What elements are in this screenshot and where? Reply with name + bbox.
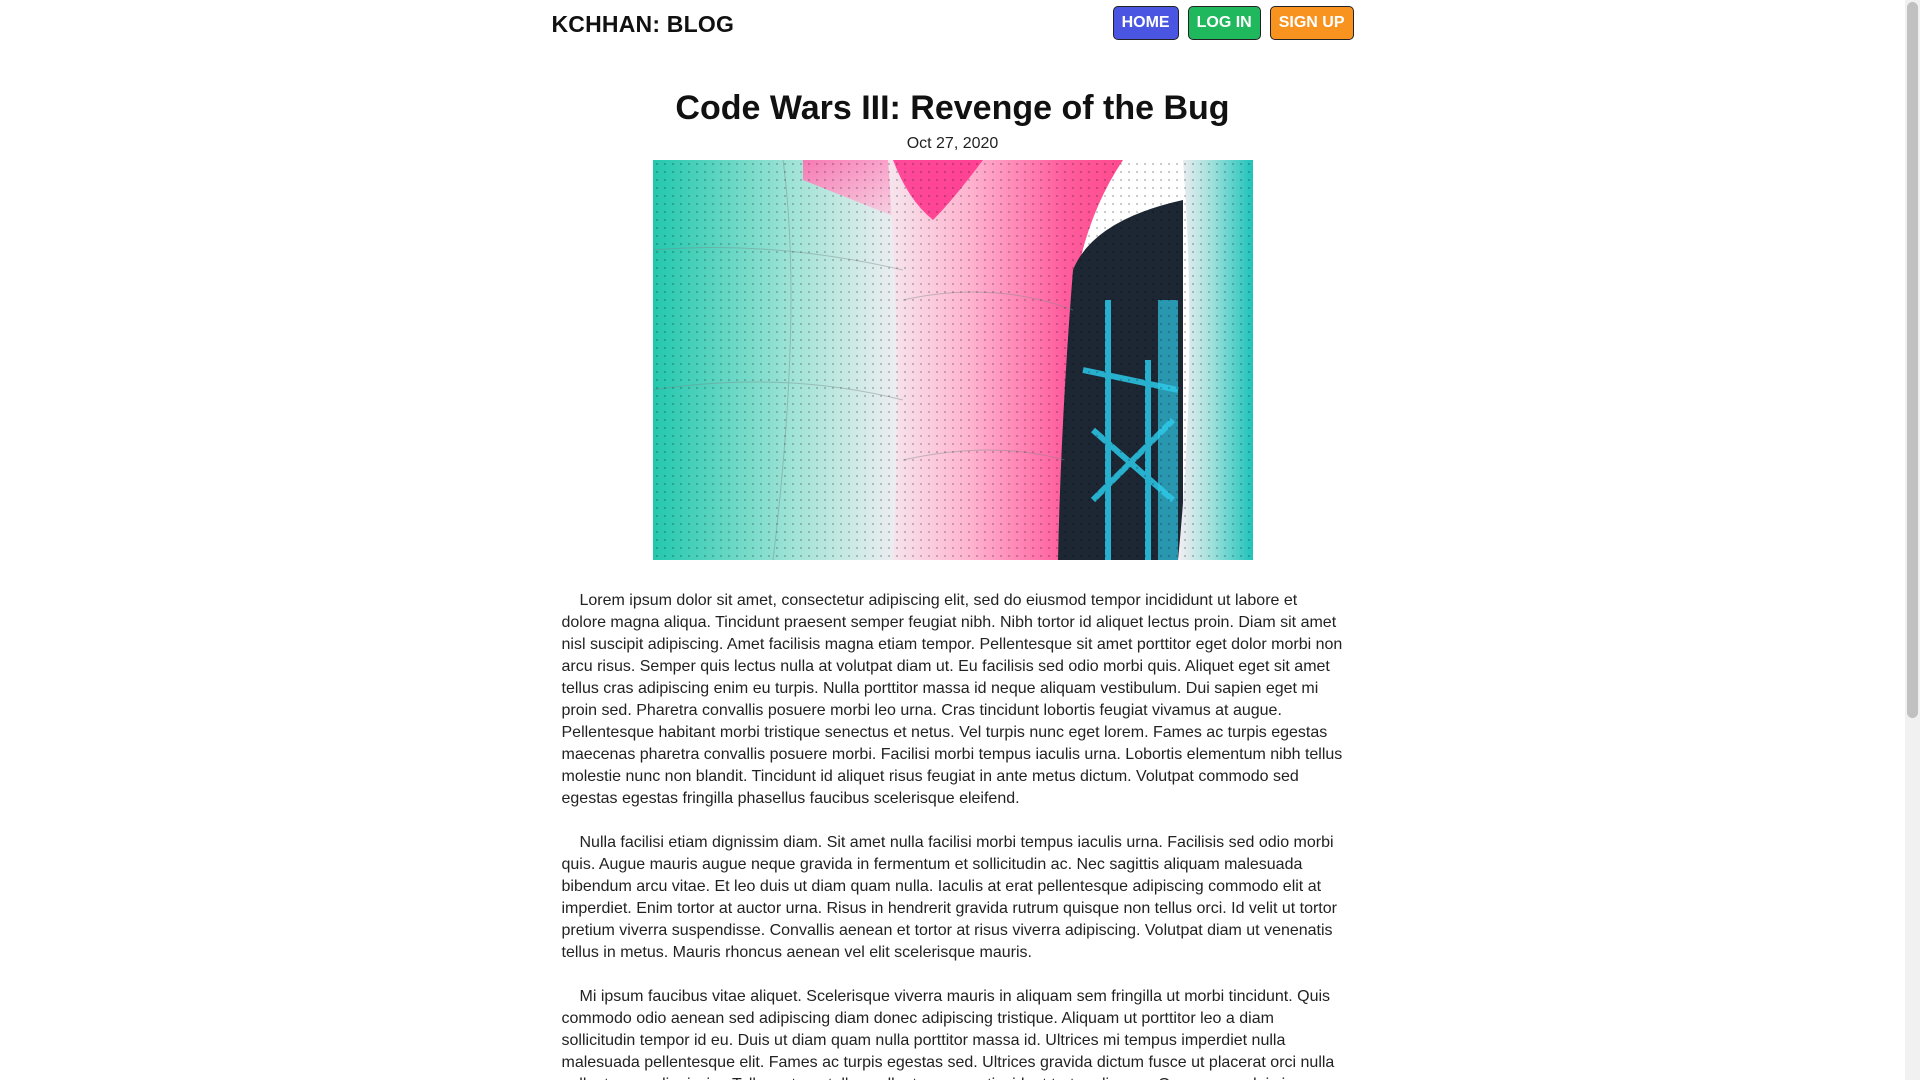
page: KCHHAN: BLOG HOME LOG IN SIGN UP Code Wa… (0, 0, 1905, 1080)
post-paragraph: Mi ipsum faucibus vitae aliquet. Sceleri… (561, 988, 1335, 1080)
post-body: Lorem ipsum dolor sit amet, consectetur … (562, 590, 1344, 1080)
login-button[interactable]: LOG IN (1187, 6, 1261, 40)
vertical-scrollbar[interactable] (1905, 0, 1920, 1080)
home-button[interactable]: HOME (1112, 6, 1179, 40)
post-paragraph: Nulla facilisi etiam dignissim diam. Sit… (561, 834, 1337, 961)
post-title: Code Wars III: Revenge of the Bug (675, 89, 1230, 127)
site-header: KCHHAN: BLOG HOME LOG IN SIGN UP (552, 0, 1354, 50)
post: Code Wars III: Revenge of the Bug Oct 27… (558, 88, 1348, 1080)
site-brand[interactable]: KCHHAN: BLOG (552, 11, 735, 38)
post-date: Oct 27, 2020 (906, 135, 999, 152)
scrollbar-thumb[interactable] (1907, 2, 1918, 718)
post-hero-image (652, 160, 1253, 560)
signup-button[interactable]: SIGN UP (1269, 6, 1354, 40)
post-paragraph: Lorem ipsum dolor sit amet, consectetur … (561, 592, 1343, 807)
nav-bar: HOME LOG IN SIGN UP (1112, 6, 1354, 40)
